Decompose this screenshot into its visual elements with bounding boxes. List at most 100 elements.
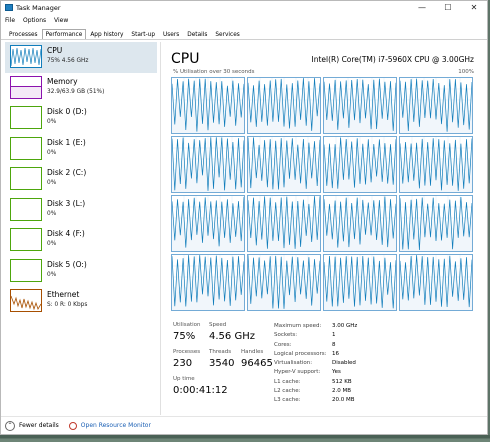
sidebar-thumbnail-graph — [10, 167, 42, 190]
sidebar-thumbnail-graph — [10, 258, 42, 282]
spec-row: Sockets: 1 — [274, 331, 357, 340]
spec-value: 512 KB — [332, 378, 352, 385]
sidebar-thumbnail-graph — [10, 75, 42, 99]
title-bar[interactable]: Task Manager — ☐ ✕ — [1, 1, 487, 15]
cpu-model: Intel(R) Core(TM) i7-5960X CPU @ 3.00GHz — [311, 55, 474, 64]
logical-processor-graph — [247, 77, 321, 134]
tab-strip: Processes Performance App history Start-… — [5, 29, 244, 39]
sidebar-item[interactable]: Memory 32.9/63.9 GB (51%) — [5, 73, 157, 104]
spec-value: 8 — [332, 341, 336, 348]
cpu-stats: Utilisation 75% Speed 4.56 GHz Processes… — [171, 322, 481, 414]
tab-start-up[interactable]: Start-up — [127, 29, 159, 39]
menu-view[interactable]: View — [54, 17, 68, 24]
sidebar-item-name: Ethernet — [47, 290, 80, 299]
sidebar-item[interactable]: Disk 1 (E:) 0% — [5, 134, 157, 165]
tab-users[interactable]: Users — [159, 29, 183, 39]
logical-processor-graph — [399, 195, 473, 252]
sidebar-thumbnail-graph — [10, 228, 42, 251]
sidebar-item-value: 0% — [47, 119, 57, 125]
minimize-button[interactable]: — — [409, 1, 435, 15]
logical-processor-graphs[interactable] — [171, 77, 475, 313]
sidebar-item[interactable]: Disk 3 (L:) 0% — [5, 195, 157, 226]
menu-file[interactable]: File — [5, 17, 15, 24]
logical-processor-graph — [399, 77, 473, 134]
tab-divider — [1, 39, 487, 40]
sidebar-item[interactable]: Ethernet S: 0 R: 0 Kbps — [5, 286, 157, 317]
handles-label: Handles — [241, 349, 264, 355]
fewer-details-link[interactable]: Fewer details — [19, 419, 59, 433]
footer: ⌃ Fewer details Open Resource Monitor — [5, 419, 151, 433]
logical-processor-graph — [323, 136, 397, 193]
sidebar-thumbnail-graph — [10, 106, 42, 129]
logical-processor-graph — [171, 136, 245, 193]
handles-value: 96465 — [241, 358, 273, 369]
sidebar-item-name: Disk 5 (O:) — [47, 259, 87, 269]
spec-row: Cores: 8 — [274, 341, 357, 350]
tab-app-history[interactable]: App history — [86, 29, 127, 39]
spec-key: Maximum speed: — [274, 323, 322, 329]
spec-value: 3.00 GHz — [332, 323, 358, 329]
sidebar-item-name: Memory — [47, 76, 78, 86]
tab-processes[interactable]: Processes — [5, 29, 42, 39]
sidebar-item-value: 0% — [47, 271, 57, 278]
sidebar-item[interactable]: Disk 0 (D:) 0% — [5, 103, 157, 134]
maximize-button[interactable]: ☐ — [435, 1, 461, 15]
sidebar-item-value: 0% — [47, 241, 57, 247]
sidebar-thumbnail-graph — [10, 45, 42, 68]
sidebar-item-value: 0% — [47, 180, 57, 186]
sidebar-thumbnail-graph — [10, 136, 42, 160]
threads-label: Threads — [209, 349, 232, 355]
spec-row: Logical processors: 16 — [274, 350, 357, 359]
spec-key: Hyper-V support: — [274, 369, 321, 376]
logical-processor-graph — [323, 254, 397, 311]
tab-performance[interactable]: Performance — [41, 29, 87, 39]
tab-details[interactable]: Details — [183, 29, 211, 39]
cpu-spec-table: Maximum speed: 3.00 GHz Sockets: 1 Cores: 8 Lo… — [274, 322, 357, 406]
spec-row: Maximum speed: 3.00 GHz — [274, 322, 357, 331]
spec-value: 1 — [332, 332, 336, 339]
spec-key: Cores: — [274, 341, 292, 348]
uptime-value: 0:00:41:12 — [173, 385, 228, 396]
processes-label: Processes — [173, 349, 201, 355]
sidebar-item[interactable]: Disk 5 (O:) 0% — [5, 256, 157, 287]
spec-key: L1 cache: — [274, 378, 301, 385]
logical-processor-graph — [323, 77, 397, 134]
threads-value: 3540 — [209, 358, 235, 369]
spec-row: Virtualisation: Disabled — [274, 359, 357, 368]
sidebar-item[interactable]: CPU 75% 4.56 GHz — [5, 42, 157, 73]
sidebar-item-name: Disk 1 (E:) — [47, 137, 86, 147]
logical-processor-graph — [171, 254, 245, 311]
window-title: Task Manager — [16, 4, 61, 12]
resource-sidebar: CPU 75% 4.56 GHz Memory 32.9/63.9 GB (51%) D… — [5, 42, 157, 416]
spec-value: 20.0 MB — [332, 397, 355, 404]
logical-processor-graph — [323, 195, 397, 252]
sidebar-divider — [160, 42, 161, 415]
sidebar-item-name: Disk 2 (C:) — [47, 168, 87, 177]
sidebar-item-value: 32.9/63.9 GB (51%) — [47, 88, 105, 95]
footer-divider — [1, 416, 487, 417]
sidebar-item[interactable]: Disk 2 (C:) 0% — [5, 164, 157, 195]
logical-processor-graph — [247, 254, 321, 311]
chevron-up-icon[interactable]: ⌃ — [5, 421, 15, 431]
utilisation-label: Utilisation — [173, 322, 201, 328]
tab-services[interactable]: Services — [211, 29, 243, 39]
spec-row: L2 cache: 2.0 MB — [274, 387, 357, 396]
spec-row: Hyper-V support: Yes — [274, 368, 357, 377]
resource-monitor-icon — [68, 422, 77, 430]
spec-value: Yes — [332, 369, 341, 376]
menu-options[interactable]: Options — [23, 17, 46, 24]
panel-title: CPU — [171, 51, 200, 67]
sidebar-item[interactable]: Disk 4 (F:) 0% — [5, 225, 157, 256]
sidebar-item-value: S: 0 R: 0 Kbps — [47, 302, 88, 308]
sidebar-item-value: 75% 4.56 GHz — [47, 58, 89, 64]
graph-max-label: 100% — [458, 69, 474, 75]
open-resource-monitor-link[interactable]: Open Resource Monitor — [81, 419, 151, 433]
close-button[interactable]: ✕ — [461, 1, 487, 15]
speed-value: 4.56 GHz — [209, 331, 255, 342]
spec-key: Virtualisation: — [274, 360, 313, 367]
speed-label: Speed — [209, 322, 227, 328]
sidebar-item-value: 0% — [47, 149, 57, 156]
logical-processor-graph — [399, 136, 473, 193]
cpu-panel: CPU Intel(R) Core(TM) i7-5960X CPU @ 3.0… — [167, 42, 483, 416]
spec-key: Sockets: — [274, 332, 298, 339]
